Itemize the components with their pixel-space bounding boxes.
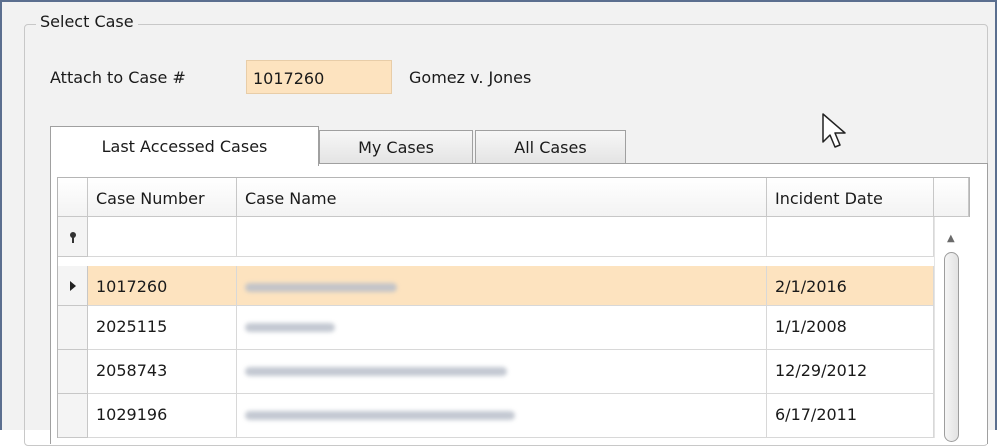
tab-label: My Cases [358, 137, 434, 157]
cell-case-number: 1017260 [88, 266, 237, 306]
scrollbar-thumb[interactable] [944, 252, 959, 442]
mouse-cursor-icon [822, 113, 846, 148]
cell-incident-date: 1/1/2008 [767, 306, 934, 350]
filter-incident-date[interactable] [767, 217, 934, 257]
tab-label: Last Accessed Cases [101, 137, 268, 156]
case-number-input[interactable]: 1017260 [246, 60, 392, 94]
tab-my-cases[interactable]: My Cases [319, 130, 473, 164]
row-indicator [58, 350, 88, 394]
blurred-case-name [245, 367, 507, 376]
filter-case-number[interactable] [88, 217, 237, 257]
row-indicator [58, 394, 88, 438]
column-header-case-name[interactable]: Case Name [237, 178, 767, 217]
window-frame: Select Case Attach to Case # 1017260 Gom… [0, 0, 997, 446]
tab-last-accessed-cases[interactable]: Last Accessed Cases [50, 126, 319, 166]
row-indicator [58, 306, 88, 350]
tab-all-cases[interactable]: All Cases [475, 130, 626, 164]
filter-row-indicator [58, 217, 88, 257]
vertical-scrollbar[interactable]: ▲ [934, 217, 970, 442]
attach-to-case-label: Attach to Case # [50, 68, 186, 87]
cell-case-number: 2058743 [88, 350, 237, 394]
tab-label: All Cases [514, 137, 587, 157]
column-header-spacer [934, 178, 969, 217]
cell-incident-date: 6/17/2011 [767, 394, 934, 438]
cell-case-number: 2025115 [88, 306, 237, 350]
scroll-up-arrow-icon[interactable]: ▲ [947, 233, 955, 244]
cases-grid: Case Number Case Name Incident Date 1017… [57, 177, 970, 442]
groupbox-legend: Select Case [36, 12, 138, 31]
filter-pin-icon[interactable] [67, 231, 79, 245]
blurred-case-name [245, 323, 335, 332]
cell-incident-date: 2/1/2016 [767, 266, 934, 306]
column-header-incident-date[interactable]: Incident Date [767, 178, 934, 217]
case-title-text: Gomez v. Jones [409, 68, 532, 87]
filter-case-name[interactable] [237, 217, 767, 257]
cell-case-name [237, 266, 767, 306]
cell-case-name [237, 306, 767, 350]
cell-case-name [237, 350, 767, 394]
cell-case-number: 1029196 [88, 394, 237, 438]
row-pointer-icon [70, 281, 76, 291]
blurred-case-name [245, 283, 397, 292]
cell-case-name [237, 394, 767, 438]
header-indicator-cell [58, 178, 88, 217]
column-header-case-number[interactable]: Case Number [88, 178, 237, 217]
row-indicator [58, 266, 88, 306]
blurred-case-name [245, 411, 515, 420]
cell-incident-date: 12/29/2012 [767, 350, 934, 394]
